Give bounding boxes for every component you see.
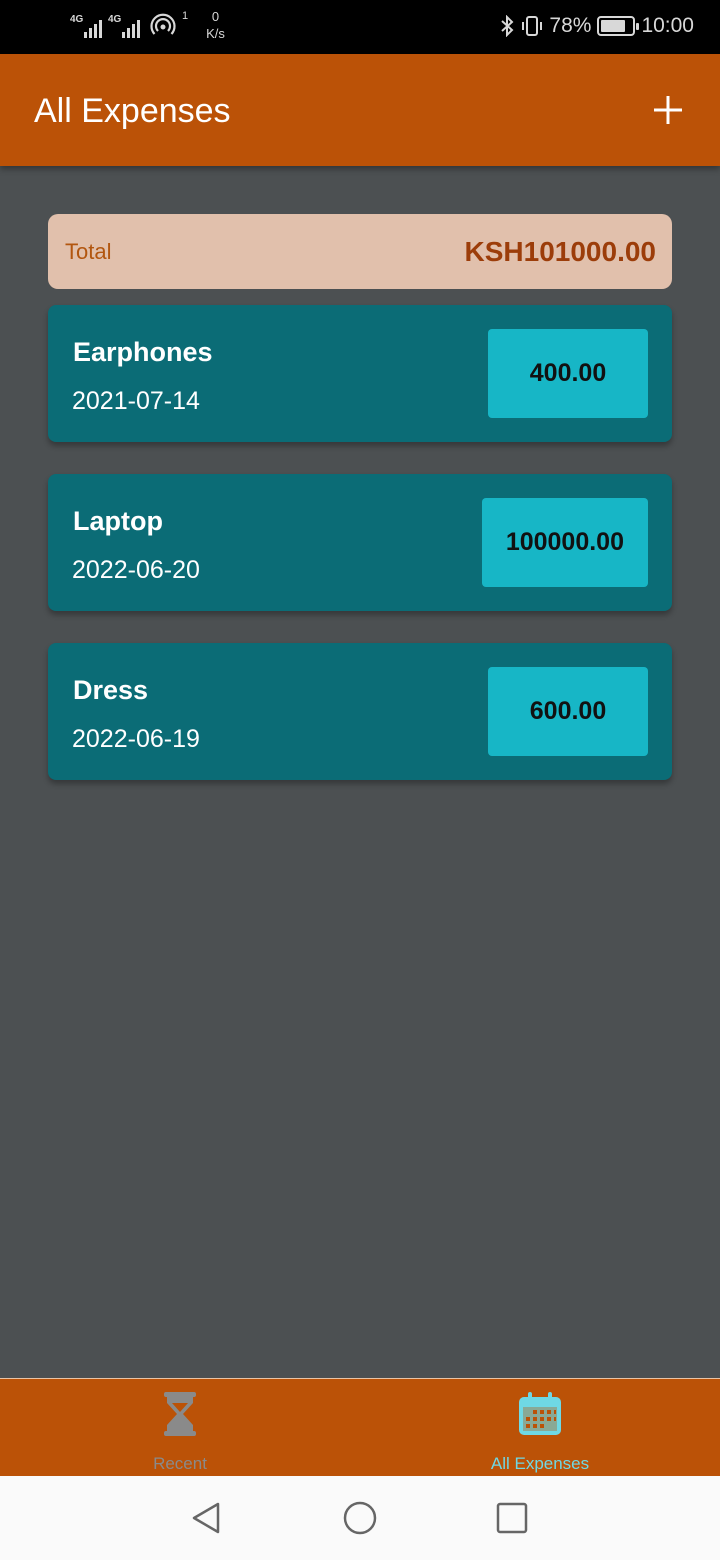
hotspot-icon (150, 13, 176, 35)
network-speed: 0 K/s (206, 8, 225, 42)
signal-icon-2: 4G (108, 8, 140, 38)
vibrate-icon (522, 16, 543, 36)
system-navigation-bar (0, 1476, 720, 1560)
recents-icon[interactable] (494, 1500, 530, 1536)
network-type-label: 4G (70, 14, 84, 25)
hotspot-count: 1 (182, 10, 189, 22)
battery-percent: 78% (549, 14, 592, 37)
expense-date: 2022-06-19 (72, 725, 200, 753)
expense-amount: 400.00 (488, 329, 648, 418)
speed-unit: K/s (206, 26, 225, 41)
expense-date: 2022-06-20 (72, 556, 200, 584)
bottom-navigation: Recent All Expenses (0, 1378, 720, 1476)
expense-card[interactable]: Earphones 2021-07-14 400.00 (48, 305, 672, 442)
plus-icon (654, 96, 682, 124)
battery-fill (601, 20, 625, 32)
total-label: Total (65, 238, 112, 264)
battery-icon (597, 16, 640, 36)
hourglass-icon (164, 1392, 196, 1436)
add-expense-button[interactable] (646, 88, 690, 132)
expense-name: Laptop (73, 506, 163, 536)
clock: 10:00 (641, 14, 694, 37)
back-icon[interactable] (188, 1500, 224, 1536)
status-left: 4G 4G 1 0 K/s (70, 8, 225, 42)
tab-all-expenses-label: All Expenses (490, 1454, 590, 1473)
calendar-icon (519, 1392, 561, 1435)
tab-all-expenses[interactable]: All Expenses (360, 1379, 720, 1476)
expense-name: Earphones (73, 337, 213, 367)
total-card: Total KSH101000.00 (48, 214, 672, 289)
expense-amount: 600.00 (488, 667, 648, 756)
status-bar: 4G 4G 1 0 K/s 78% 10:00 (0, 0, 720, 54)
status-right: 78% 10:00 (499, 14, 694, 38)
page-title: All Expenses (34, 92, 231, 130)
tab-recent-label: Recent (153, 1454, 207, 1473)
network-type-label-2: 4G (108, 14, 122, 25)
app-bar: All Expenses (0, 54, 720, 166)
bluetooth-icon (501, 15, 514, 37)
expense-card[interactable]: Laptop 2022-06-20 100000.00 (48, 474, 672, 611)
expense-list: Total KSH101000.00 Earphones 2021-07-14 … (48, 214, 672, 780)
tab-recent[interactable]: Recent (0, 1379, 360, 1476)
speed-value: 0 (211, 9, 220, 24)
total-value: KSH101000.00 (464, 235, 656, 267)
signal-icon: 4G (70, 8, 102, 38)
expense-name: Dress (73, 675, 149, 705)
home-icon[interactable] (342, 1500, 378, 1536)
expense-date: 2021-07-14 (72, 387, 200, 415)
expense-amount: 100000.00 (481, 498, 648, 587)
expense-card[interactable]: Dress 2022-06-19 600.00 (48, 643, 672, 780)
